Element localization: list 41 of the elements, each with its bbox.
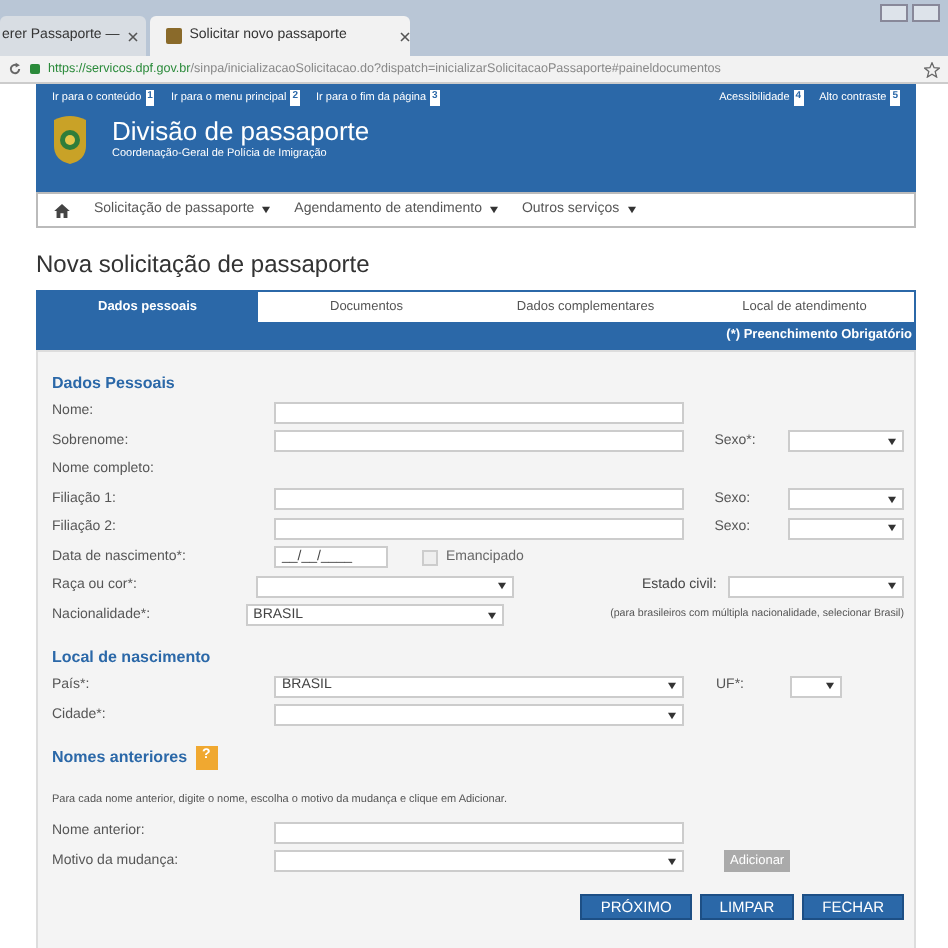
section-heading: Dados Pessoais — [52, 371, 175, 395]
dropdown[interactable] — [788, 517, 904, 540]
dropdown[interactable] — [728, 575, 905, 598]
caret-icon — [497, 582, 506, 591]
page-title: Nova solicitação de passaporte — [36, 250, 372, 278]
caret-icon — [262, 206, 271, 214]
dropdown[interactable] — [255, 575, 514, 598]
caret-icon — [887, 524, 896, 533]
lock-icon — [30, 64, 40, 74]
caret-icon — [627, 206, 636, 214]
dropdown[interactable] — [274, 704, 684, 727]
reload-icon[interactable] — [8, 62, 22, 76]
close-icon[interactable] — [127, 31, 138, 41]
caret-icon — [668, 711, 676, 720]
dropdown[interactable] — [274, 850, 684, 873]
badge-logo-icon — [52, 114, 88, 166]
caret-icon — [489, 206, 498, 214]
dropdown[interactable] — [788, 488, 904, 511]
input-field[interactable] — [273, 517, 684, 540]
close-icon[interactable] — [399, 31, 410, 41]
input-field[interactable] — [274, 821, 684, 844]
caret-icon — [487, 611, 496, 620]
favicon-icon — [165, 28, 182, 44]
site-title: Divisão de passaporte — [112, 116, 370, 147]
input-field[interactable] — [274, 401, 684, 424]
caret-icon — [888, 582, 897, 591]
caret-icon — [887, 495, 896, 504]
caret-icon — [887, 437, 896, 446]
caret-icon — [668, 682, 676, 691]
caret-icon — [668, 857, 676, 866]
star-icon[interactable] — [924, 61, 940, 77]
input-field[interactable] — [273, 488, 684, 511]
home-icon[interactable] — [54, 203, 70, 217]
dropdown[interactable] — [790, 675, 842, 698]
caret-icon — [826, 682, 834, 691]
section-heading: Local de nascimento — [52, 645, 211, 669]
window-control-icon[interactable] — [912, 4, 940, 22]
input-field[interactable] — [273, 430, 684, 453]
dropdown[interactable] — [788, 430, 904, 453]
section-heading: Nomes anteriores — [52, 745, 188, 769]
window-control-icon[interactable] — [880, 4, 908, 22]
